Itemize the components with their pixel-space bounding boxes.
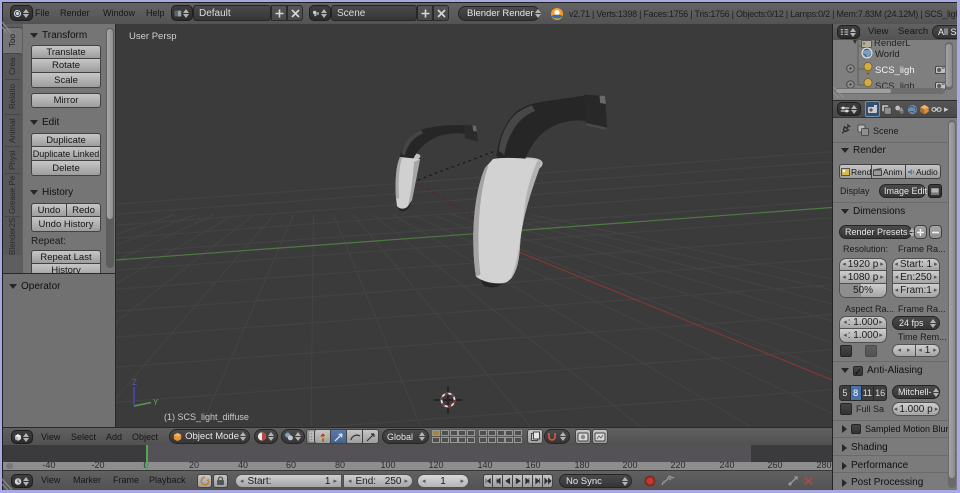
svg-text:(1) SCS_light_diffuse: (1) SCS_light_diffuse: [164, 412, 249, 422]
svg-text:Y: Y: [153, 398, 159, 407]
svg-text:User Persp: User Persp: [129, 31, 177, 42]
svg-text:Z: Z: [132, 378, 137, 387]
